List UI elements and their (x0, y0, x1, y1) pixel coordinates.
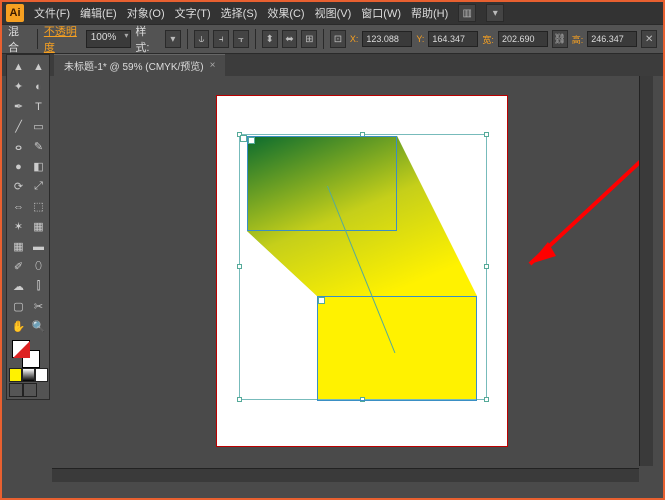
direct-selection-tool[interactable]: ▲ (29, 57, 48, 76)
menu-file[interactable]: 文件(F) (34, 5, 70, 21)
selection-tool[interactable]: ▲ (9, 57, 28, 76)
hand-tool[interactable]: ✋ (9, 317, 28, 336)
align-icon-2[interactable]: ⫞ (213, 30, 229, 48)
menu-edit[interactable]: 编辑(E) (80, 5, 117, 21)
symbol-sprayer-tool[interactable]: ☁ (9, 277, 28, 296)
brush-tool[interactable]: ⴰ (9, 137, 28, 156)
document-tabs: 未标题-1* @ 59% (CMYK/预览) × (2, 54, 663, 76)
mode-label: 混合 (8, 23, 27, 55)
tools-panel: ▲ ▲ ✦ ◐ ✒ T ╱ ▭ ⴰ ✎ ● ◧ ⟳ ⤢ ⇔ ⬚ ✶ ▦ ▦ ▬ … (6, 54, 50, 400)
opacity-label[interactable]: 不透明度 (44, 23, 82, 55)
screen-mode[interactable] (23, 383, 37, 397)
scale-tool[interactable]: ⤢ (29, 177, 48, 196)
mesh-tool[interactable]: ▦ (9, 237, 28, 256)
menu-view[interactable]: 视图(V) (315, 5, 352, 21)
blob-brush-tool[interactable]: ● (9, 157, 28, 176)
y-readout[interactable]: 164.347 (428, 31, 478, 47)
y-label: Y: (416, 34, 424, 44)
w-readout[interactable]: 202.690 (498, 31, 548, 47)
style-dropdown-icon[interactable]: ▾ (165, 30, 181, 48)
rotate-tool[interactable]: ⟳ (9, 177, 28, 196)
align-icon-6[interactable]: ⊞ (301, 30, 317, 48)
magic-wand-tool[interactable]: ✦ (9, 77, 28, 96)
x-readout[interactable]: 123.088 (362, 31, 412, 47)
workspace (52, 76, 653, 482)
layout-icon[interactable]: ▥ (458, 4, 476, 22)
menu-type[interactable]: 文字(T) (175, 5, 211, 21)
eraser-tool[interactable]: ◧ (29, 157, 48, 176)
eyedropper-tool[interactable]: ✐ (9, 257, 28, 276)
close-tab-icon[interactable]: × (210, 60, 216, 71)
x-label: X: (350, 34, 359, 44)
h-readout[interactable]: 246.347 (587, 31, 637, 47)
lasso-tool[interactable]: ◐ (29, 77, 48, 96)
color-mode-row (9, 368, 48, 382)
align-icon-4[interactable]: ⬍ (262, 30, 278, 48)
menu-window[interactable]: 窗口(W) (361, 5, 401, 21)
control-bar: 混合 不透明度 100% 样式: ▾ ⫝ ⫞ ⫟ ⬍ ⬌ ⊞ ⊡ X: 123.… (2, 24, 663, 54)
arrange-icon[interactable]: ▾ (486, 4, 504, 22)
zoom-tool[interactable]: 🔍 (29, 317, 48, 336)
pen-tool[interactable]: ✒ (9, 97, 28, 116)
free-transform-tool[interactable]: ⬚ (29, 197, 48, 216)
menu-help[interactable]: 帮助(H) (411, 5, 448, 21)
menu-effect[interactable]: 效果(C) (267, 5, 304, 21)
gradient-tool[interactable]: ▬ (29, 237, 48, 256)
h-label: 高: (572, 33, 584, 46)
artboard-tool[interactable]: ▢ (9, 297, 28, 316)
horizontal-scrollbar[interactable] (52, 468, 639, 482)
rectangle-tool[interactable]: ▭ (29, 117, 48, 136)
artboard[interactable] (217, 96, 507, 446)
slice-tool[interactable]: ✂ (29, 297, 48, 316)
app-icon: Ai (6, 4, 24, 22)
link-wh-icon[interactable]: ⛓ (552, 30, 568, 48)
transform-anchor-icon[interactable]: ⊡ (330, 30, 346, 48)
menu-bar: Ai 文件(F) 编辑(E) 对象(O) 文字(T) 选择(S) 效果(C) 视… (2, 2, 663, 24)
align-icon-1[interactable]: ⫝ (194, 30, 210, 48)
color-mode-gradient[interactable] (22, 368, 35, 382)
perspective-tool[interactable]: ▦ (29, 217, 48, 236)
fill-stroke-swatch[interactable] (9, 337, 48, 367)
opacity-dropdown[interactable]: 100% (86, 30, 132, 48)
menu-object[interactable]: 对象(O) (127, 5, 165, 21)
annotation-arrow (510, 124, 653, 294)
width-tool[interactable]: ⇔ (9, 197, 28, 216)
draw-mode[interactable] (9, 383, 23, 397)
vertical-scrollbar[interactable] (639, 76, 653, 466)
pencil-tool[interactable]: ✎ (29, 137, 48, 156)
color-mode-none[interactable] (35, 368, 48, 382)
line-tool[interactable]: ╱ (9, 117, 28, 136)
w-label: 宽: (482, 33, 494, 46)
document-tab-title: 未标题-1* @ 59% (CMYK/预览) (64, 58, 204, 73)
blend-tool[interactable]: ⬯ (29, 257, 48, 276)
menu-select[interactable]: 选择(S) (221, 5, 258, 21)
shape-builder-tool[interactable]: ✶ (9, 217, 28, 236)
overflow-icon[interactable]: ✕ (641, 30, 657, 48)
graph-tool[interactable]: ⫿ (29, 277, 48, 296)
align-icon-3[interactable]: ⫟ (233, 30, 249, 48)
style-label: 样式: (135, 23, 157, 55)
document-tab[interactable]: 未标题-1* @ 59% (CMYK/预览) × (54, 54, 225, 76)
color-mode-solid[interactable] (9, 368, 22, 382)
align-icon-5[interactable]: ⬌ (282, 30, 298, 48)
screen-mode-row (9, 383, 48, 397)
type-tool[interactable]: T (29, 97, 48, 116)
